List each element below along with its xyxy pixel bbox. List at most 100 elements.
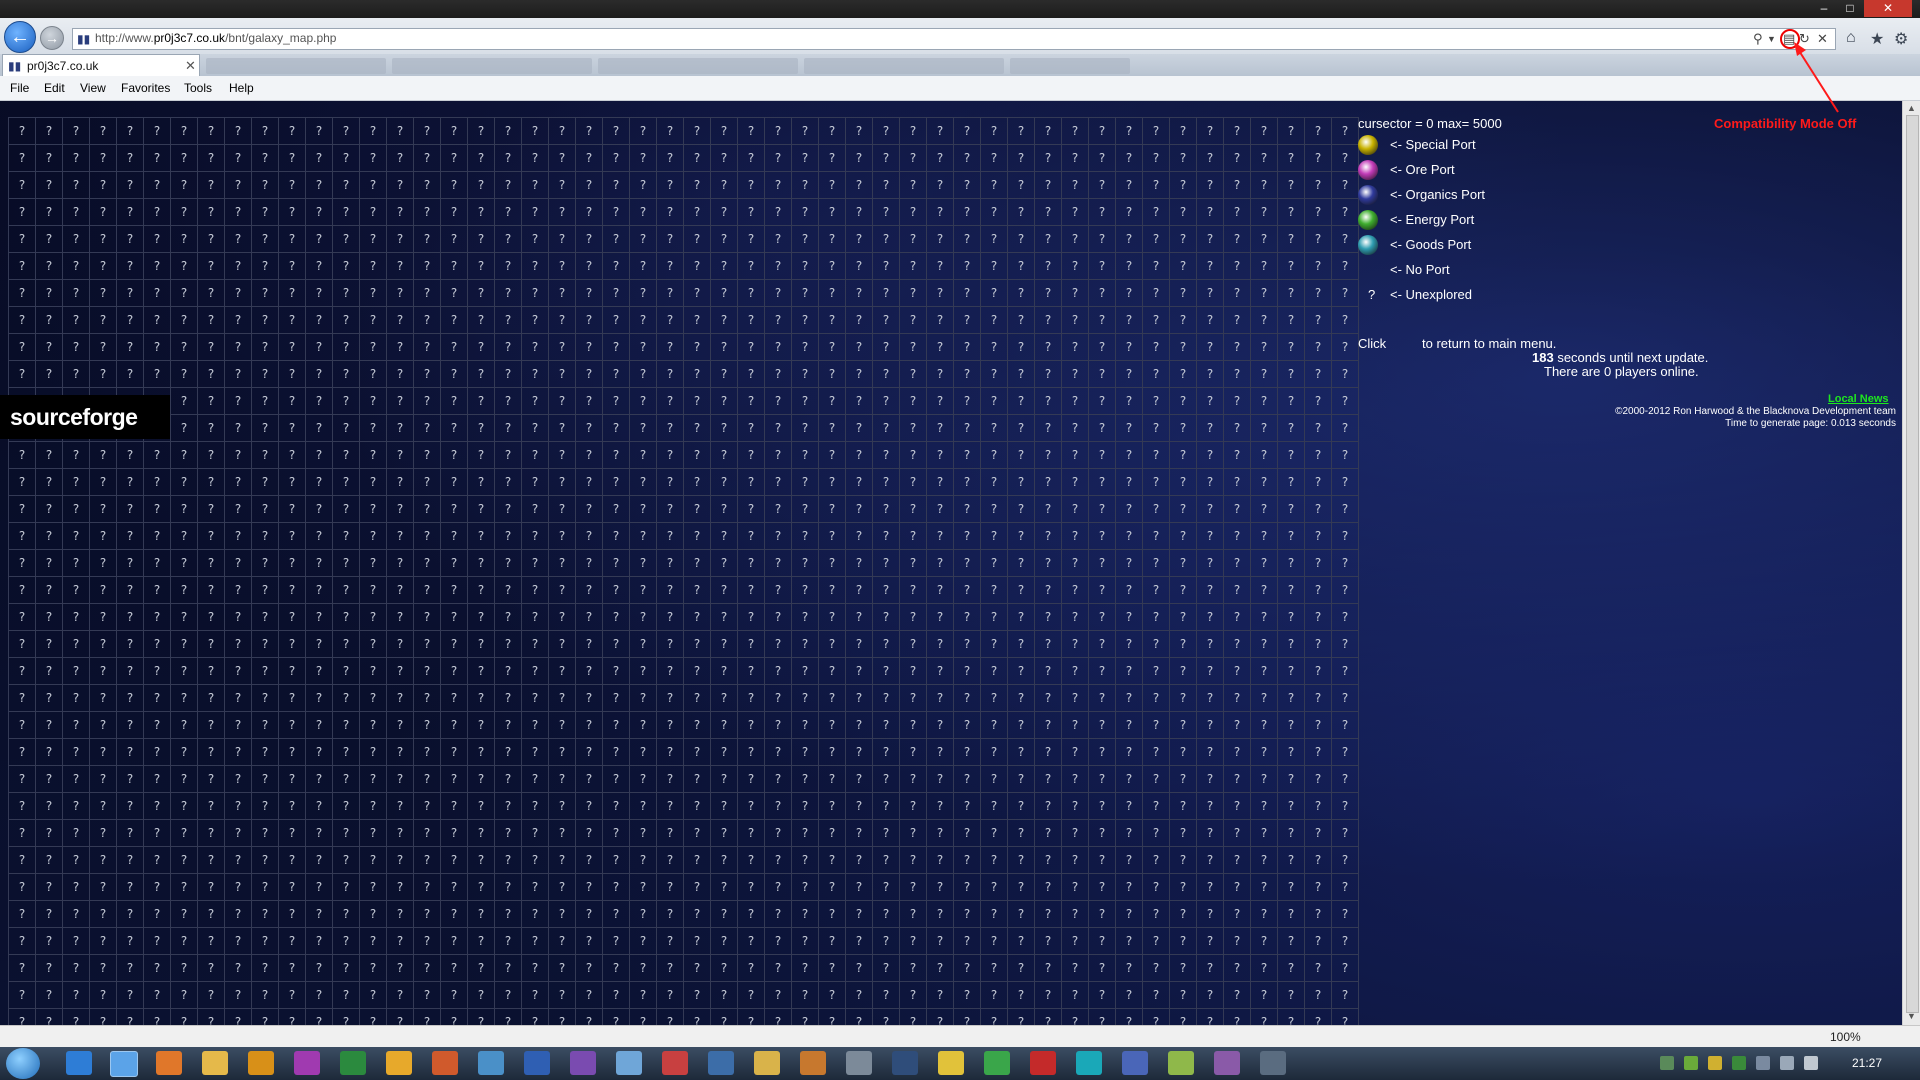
map-sector[interactable]: ? (386, 900, 414, 928)
map-sector[interactable]: ? (980, 792, 1008, 820)
map-sector[interactable]: ? (683, 468, 711, 496)
map-sector[interactable]: ? (89, 306, 117, 334)
map-sector[interactable]: ? (386, 333, 414, 361)
map-sector[interactable]: ? (170, 846, 198, 874)
map-sector[interactable]: ? (1034, 252, 1062, 280)
word-taskbar-icon[interactable] (524, 1051, 550, 1075)
map-sector[interactable]: ? (1331, 387, 1359, 415)
map-sector[interactable]: ? (1277, 900, 1305, 928)
map-sector[interactable]: ? (845, 927, 873, 955)
map-sector[interactable]: ? (1169, 252, 1197, 280)
map-sector[interactable]: ? (1142, 171, 1170, 199)
map-sector[interactable]: ? (1088, 954, 1116, 982)
map-sector[interactable]: ? (8, 441, 36, 469)
map-sector[interactable]: ? (818, 765, 846, 793)
map-sector[interactable]: ? (1088, 198, 1116, 226)
map-sector[interactable]: ? (899, 117, 927, 145)
map-sector[interactable]: ? (197, 333, 225, 361)
map-sector[interactable]: ? (1007, 522, 1035, 550)
map-sector[interactable]: ? (602, 630, 630, 658)
map-sector[interactable]: ? (1277, 603, 1305, 631)
map-sector[interactable]: ? (602, 684, 630, 712)
map-sector[interactable]: ? (440, 981, 468, 1009)
map-sector[interactable]: ? (1304, 225, 1332, 253)
map-sector[interactable]: ? (1088, 387, 1116, 415)
map-sector[interactable]: ? (1007, 603, 1035, 631)
map-sector[interactable]: ? (440, 549, 468, 577)
map-sector[interactable]: ? (980, 441, 1008, 469)
map-sector[interactable]: ? (575, 873, 603, 901)
map-sector[interactable]: ? (1304, 144, 1332, 172)
map-sector[interactable]: ? (602, 792, 630, 820)
app-taskbar-icon[interactable] (1214, 1051, 1240, 1075)
map-sector[interactable]: ? (494, 387, 522, 415)
map-sector[interactable]: ? (575, 414, 603, 442)
map-sector[interactable]: ? (1007, 954, 1035, 982)
map-sector[interactable]: ? (548, 117, 576, 145)
map-sector[interactable]: ? (1007, 765, 1035, 793)
map-sector[interactable]: ? (62, 360, 90, 388)
map-sector[interactable]: ? (170, 441, 198, 469)
map-sector[interactable]: ? (1115, 387, 1143, 415)
local-news-link[interactable]: Local News (1828, 393, 1889, 405)
map-sector[interactable]: ? (1142, 684, 1170, 712)
map-sector[interactable]: ? (629, 684, 657, 712)
map-sector[interactable]: ? (845, 117, 873, 145)
map-sector[interactable]: ? (791, 1008, 819, 1025)
map-sector[interactable]: ? (764, 495, 792, 523)
map-sector[interactable]: ? (251, 387, 279, 415)
map-sector[interactable]: ? (602, 873, 630, 901)
map-sector[interactable]: ? (872, 711, 900, 739)
map-sector[interactable]: ? (980, 576, 1008, 604)
map-sector[interactable]: ? (1061, 414, 1089, 442)
map-sector[interactable]: ? (710, 576, 738, 604)
map-sector[interactable]: ? (737, 387, 765, 415)
map-sector[interactable]: ? (8, 927, 36, 955)
map-sector[interactable]: ? (953, 225, 981, 253)
map-sector[interactable]: ? (62, 468, 90, 496)
map-sector[interactable]: ? (953, 549, 981, 577)
map-sector[interactable]: ? (602, 306, 630, 334)
map-sector[interactable]: ? (116, 495, 144, 523)
map-sector[interactable]: ? (656, 954, 684, 982)
map-sector[interactable]: ? (440, 522, 468, 550)
map-sector[interactable]: ? (305, 792, 333, 820)
map-sector[interactable]: ? (548, 819, 576, 847)
map-sector[interactable]: ? (62, 711, 90, 739)
map-sector[interactable]: ? (1250, 117, 1278, 145)
map-sector[interactable]: ? (1088, 846, 1116, 874)
map-sector[interactable]: ? (872, 306, 900, 334)
map-sector[interactable]: ? (899, 171, 927, 199)
map-sector[interactable]: ? (629, 522, 657, 550)
map-sector[interactable]: ? (872, 900, 900, 928)
map-sector[interactable]: ? (35, 252, 63, 280)
map-sector[interactable]: ? (89, 198, 117, 226)
map-sector[interactable]: ? (1034, 306, 1062, 334)
map-sector[interactable]: ? (1115, 819, 1143, 847)
map-sector[interactable]: ? (197, 657, 225, 685)
map-sector[interactable]: ? (170, 684, 198, 712)
map-sector[interactable]: ? (1223, 576, 1251, 604)
map-sector[interactable]: ? (1277, 927, 1305, 955)
map-sector[interactable]: ? (926, 576, 954, 604)
map-sector[interactable]: ? (1169, 576, 1197, 604)
map-sector[interactable]: ? (791, 711, 819, 739)
map-sector[interactable]: ? (332, 927, 360, 955)
map-sector[interactable]: ? (197, 1008, 225, 1025)
map-sector[interactable]: ? (224, 630, 252, 658)
map-sector[interactable]: ? (386, 522, 414, 550)
map-sector[interactable]: ? (89, 1008, 117, 1025)
map-sector[interactable]: ? (845, 279, 873, 307)
map-sector[interactable]: ? (656, 603, 684, 631)
app-taskbar-icon[interactable] (1168, 1051, 1194, 1075)
map-sector[interactable]: ? (764, 765, 792, 793)
map-sector[interactable]: ? (791, 603, 819, 631)
map-sector[interactable]: ? (332, 846, 360, 874)
map-sector[interactable]: ? (818, 414, 846, 442)
map-sector[interactable]: ? (1061, 603, 1089, 631)
map-sector[interactable]: ? (683, 360, 711, 388)
map-sector[interactable]: ? (494, 252, 522, 280)
map-sector[interactable]: ? (332, 738, 360, 766)
map-sector[interactable]: ? (1250, 900, 1278, 928)
map-sector[interactable]: ? (62, 522, 90, 550)
